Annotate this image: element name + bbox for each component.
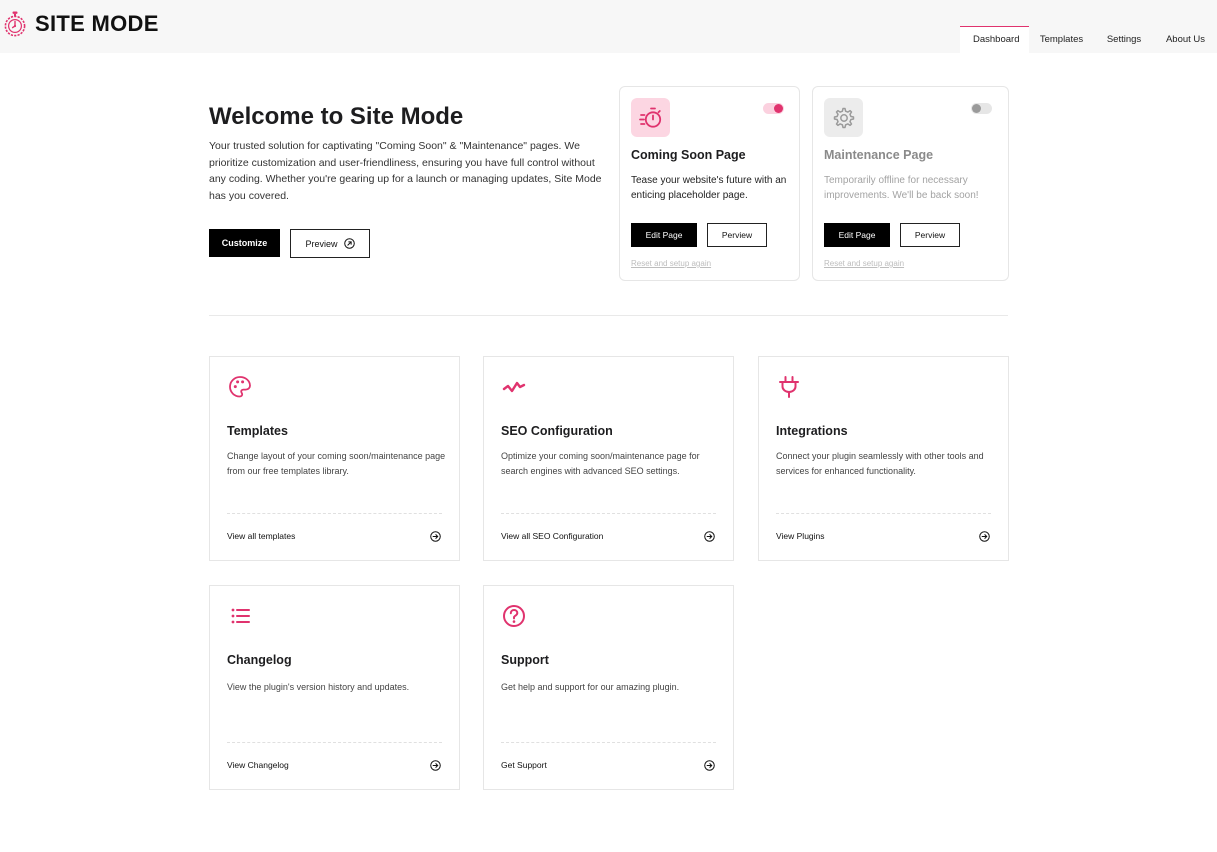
arrow-circle-right-icon[interactable] (430, 760, 441, 771)
page-title: Welcome to Site Mode (209, 103, 464, 130)
coming-soon-icon-box (631, 98, 670, 137)
maintenance-reset-link[interactable]: Reset and setup again (824, 259, 904, 268)
stopwatch-logo-icon (4, 11, 26, 37)
changelog-card: Changelog View the plugin's version hist… (209, 585, 460, 790)
card-separator (501, 513, 716, 514)
preview-button[interactable]: Preview (290, 229, 370, 258)
top-bar: SITE MODE Dashboard Templates Settings A… (0, 0, 1217, 53)
question-circle-icon (503, 605, 525, 627)
maintenance-toggle[interactable] (971, 103, 992, 114)
view-all-templates-link[interactable]: View all templates (227, 531, 295, 541)
maintenance-card: Maintenance Page Temporarily offline for… (812, 86, 1009, 281)
main-nav: Dashboard Templates Settings About Us (960, 26, 1217, 53)
external-arrow-circle-icon (343, 238, 355, 249)
palette-icon (229, 376, 251, 398)
support-card: Support Get help and support for our ama… (483, 585, 734, 790)
coming-soon-title: Coming Soon Page (631, 148, 746, 162)
card-separator (227, 742, 442, 743)
card-separator (501, 742, 716, 743)
list-icon (231, 608, 250, 624)
preview-button-label: Preview (305, 238, 338, 249)
templates-title: Templates (227, 424, 288, 438)
support-title: Support (501, 653, 549, 667)
view-seo-configuration-link[interactable]: View all SEO Configuration (501, 531, 603, 541)
hero-description: Your trusted solution for captivating "C… (209, 140, 602, 202)
plug-icon (779, 376, 799, 398)
section-divider (209, 315, 1008, 316)
get-support-link[interactable]: Get Support (501, 760, 547, 770)
maintenance-edit-button[interactable]: Edit Page (824, 223, 890, 247)
card-separator (776, 513, 991, 514)
tab-dashboard[interactable]: Dashboard (960, 26, 1029, 53)
gear-icon (833, 107, 854, 128)
arrow-circle-right-icon[interactable] (430, 531, 441, 542)
coming-soon-edit-button[interactable]: Edit Page (631, 223, 697, 247)
coming-soon-reset-link[interactable]: Reset and setup again (631, 259, 711, 268)
maintenance-title: Maintenance Page (824, 148, 934, 162)
seo-description: Optimize your coming soon/maintenance pa… (501, 451, 700, 476)
timer-icon (638, 107, 661, 128)
templates-description: Change layout of your coming soon/mainte… (227, 451, 446, 476)
coming-soon-description: Tease your website's future with an enti… (631, 175, 787, 201)
arrow-circle-right-icon[interactable] (704, 760, 715, 771)
customize-button[interactable]: Customize (209, 229, 280, 257)
view-changelog-link[interactable]: View Changelog (227, 760, 289, 770)
integrations-card: Integrations Connect your plugin seamles… (758, 356, 1009, 561)
logo[interactable]: SITE MODE (4, 11, 159, 37)
support-description: Get help and support for our amazing plu… (501, 682, 680, 692)
arrow-circle-right-icon[interactable] (704, 531, 715, 542)
trend-icon (502, 381, 526, 393)
toggle-knob (972, 104, 981, 113)
coming-soon-card: Coming Soon Page Tease your website's fu… (619, 86, 800, 281)
tab-templates[interactable]: Templates (1029, 26, 1094, 53)
view-plugins-link[interactable]: View Plugins (776, 531, 825, 541)
maintenance-preview-button[interactable]: Perview (900, 223, 960, 247)
templates-card: Templates Change layout of your coming s… (209, 356, 460, 561)
tab-settings[interactable]: Settings (1094, 26, 1154, 53)
toggle-knob (774, 104, 783, 113)
seo-title: SEO Configuration (501, 424, 613, 438)
coming-soon-preview-button[interactable]: Perview (707, 223, 767, 247)
arrow-circle-right-icon[interactable] (979, 531, 990, 542)
maintenance-icon-box (824, 98, 863, 137)
seo-card: SEO Configuration Optimize your coming s… (483, 356, 734, 561)
maintenance-description: Temporarily offline for necessary improv… (824, 175, 979, 201)
changelog-description: View the plugin's version history and up… (227, 682, 410, 692)
changelog-title: Changelog (227, 653, 292, 667)
coming-soon-toggle[interactable] (763, 103, 784, 114)
integrations-description: Connect your plugin seamlessly with othe… (776, 451, 984, 476)
card-separator (227, 513, 442, 514)
tab-about-us[interactable]: About Us (1154, 26, 1217, 53)
brand-name: SITE MODE (35, 11, 159, 36)
integrations-title: Integrations (776, 424, 848, 438)
